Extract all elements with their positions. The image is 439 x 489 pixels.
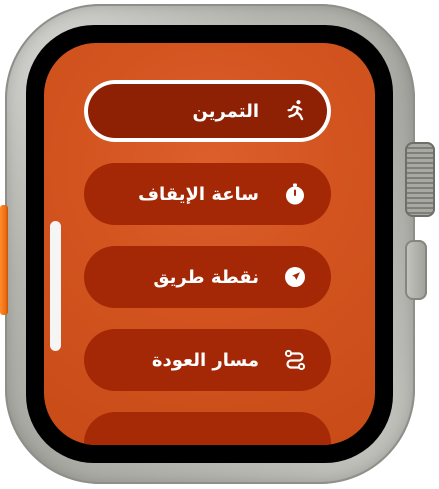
menu-item-label: نقطة طريق (153, 266, 259, 288)
action-button[interactable] (0, 205, 8, 315)
menu-item-stopwatch[interactable]: ساعة الإيقاف (84, 163, 331, 225)
watch-screen: التمرين ساعة الإيقاف نقطة طريق مسار العو… (44, 43, 375, 445)
menu-item-waypoint[interactable]: نقطة طريق (84, 246, 331, 308)
action-menu: التمرين ساعة الإيقاف نقطة طريق مسار العو… (84, 80, 331, 445)
menu-item-label: مسار العودة (151, 349, 259, 371)
menu-item-label: ساعة الإيقاف (138, 183, 259, 205)
waypoint-location-icon (283, 265, 307, 289)
side-button[interactable] (405, 240, 427, 300)
menu-item-label: التمرين (192, 100, 260, 122)
menu-item-workout[interactable]: التمرين (84, 80, 331, 142)
backtrack-route-icon (283, 348, 307, 372)
scroll-indicator (50, 221, 61, 351)
menu-item-next[interactable] (84, 412, 331, 445)
stopwatch-icon (283, 182, 307, 206)
workout-runner-icon (283, 99, 307, 123)
menu-item-backtrack[interactable]: مسار العودة (84, 329, 331, 391)
digital-crown[interactable] (405, 142, 435, 217)
